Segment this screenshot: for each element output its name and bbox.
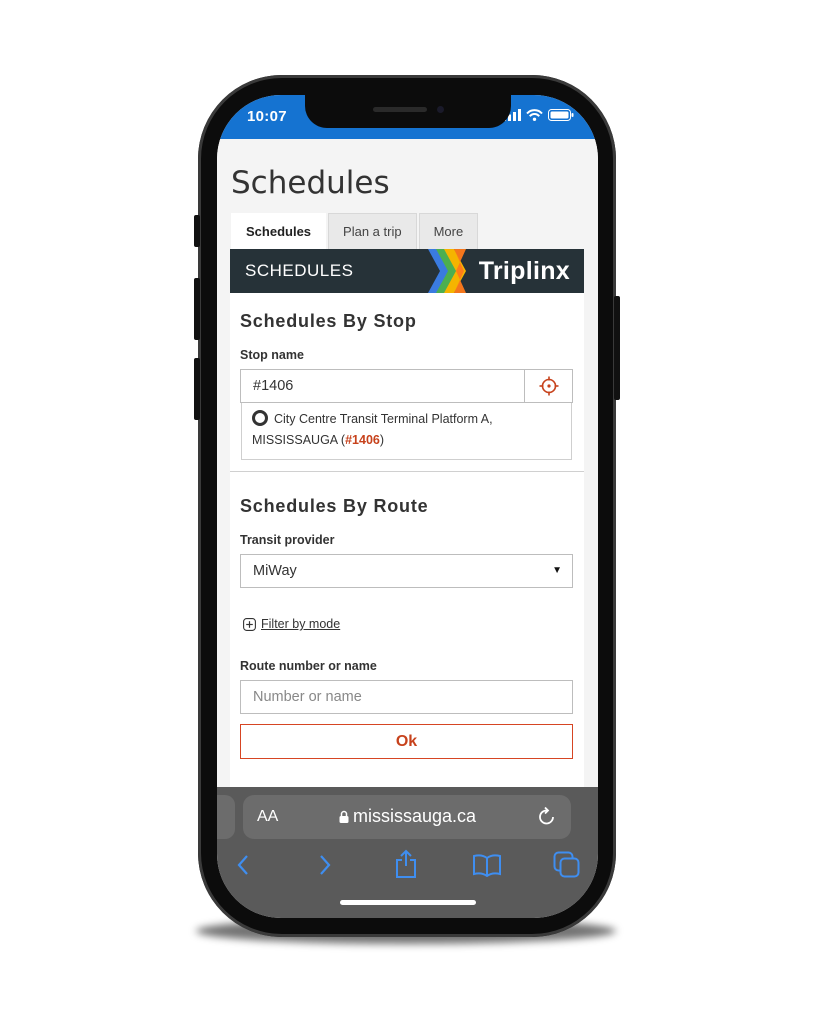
power-button [614,296,620,400]
volume-up-button [194,278,200,340]
suggestion-line2-prefix: MISSISSAUGA ( [252,433,346,447]
crosshair-icon [539,376,558,396]
transit-provider-value: MiWay [253,563,297,579]
previous-tab-preview[interactable] [217,795,235,839]
transit-provider-select[interactable]: MiWay ▼ [240,554,573,588]
tab-bar: Schedules Plan a trip More [231,213,480,249]
triplinx-x-logo [428,249,466,293]
filter-by-mode-link[interactable]: Filter by mode [261,617,340,631]
banner-heading: SCHEDULES [245,261,354,280]
transit-provider-label: Transit provider [240,533,335,547]
back-arrow-icon[interactable] [235,853,251,877]
tabs-icon[interactable] [553,851,581,879]
ok-button[interactable]: Ok [240,724,573,759]
action-button [194,215,200,247]
suggestion-stop-number: #1406 [345,433,380,447]
suggestion-line2-suffix: ) [379,433,385,447]
stop-name-input[interactable]: #1406 [240,369,573,403]
stop-name-value: #1406 [253,378,294,394]
expand-plus-icon [243,617,256,631]
route-input[interactable]: Number or name [240,680,573,714]
web-page: Schedules Schedules Plan a trip More SCH… [217,139,598,789]
route-label: Route number or name [240,659,377,673]
lock-icon [339,810,349,823]
locate-me-button[interactable] [524,370,572,402]
stop-suggestion-item[interactable]: City Centre Transit Terminal Platform A,… [241,403,572,460]
stop-marker-icon [252,410,268,426]
status-icons [503,109,574,121]
suggestion-line1: City Centre Transit Terminal Platform A, [274,412,493,426]
triplinx-brand: Triplinx [478,257,570,285]
bookmarks-icon[interactable] [472,853,502,877]
phone-screen: 10:07 Schedules Schedules Plan a trip Mo… [217,95,598,918]
reader-aa-button[interactable]: AA [257,808,278,826]
front-camera [437,106,444,113]
url-display[interactable]: mississauga.ca [339,806,476,827]
route-section-title: Schedules By Route [240,496,429,516]
stop-name-label: Stop name [240,348,304,362]
safari-toolbar: AA mississauga.ca [217,787,598,918]
share-icon[interactable] [394,849,418,879]
filter-by-mode-toggle[interactable]: Filter by mode [243,617,340,631]
status-time: 10:07 [247,108,287,125]
schedules-card: SCHEDULES Triplinx Schedules By Stop Sto… [230,249,584,789]
browser-nav-row [217,849,598,885]
forward-arrow-icon[interactable] [317,853,333,877]
home-indicator[interactable] [340,900,476,905]
reload-icon[interactable] [537,806,557,828]
tab-plan-a-trip[interactable]: Plan a trip [328,213,417,249]
wifi-icon [526,109,543,121]
schedules-banner: SCHEDULES Triplinx [230,249,584,293]
stop-section-title: Schedules By Stop [240,311,417,331]
volume-down-button [194,358,200,420]
dropdown-arrow-icon: ▼ [552,565,562,576]
address-bar[interactable]: AA mississauga.ca [243,795,571,839]
notch [305,95,511,128]
earpiece-speaker [373,107,427,112]
page-title: Schedules [231,165,390,201]
url-text: mississauga.ca [353,806,477,826]
battery-icon [548,109,574,121]
section-divider [230,471,584,472]
route-input-placeholder: Number or name [253,689,362,705]
tab-more[interactable]: More [418,213,479,249]
tab-schedules[interactable]: Schedules [231,213,327,249]
